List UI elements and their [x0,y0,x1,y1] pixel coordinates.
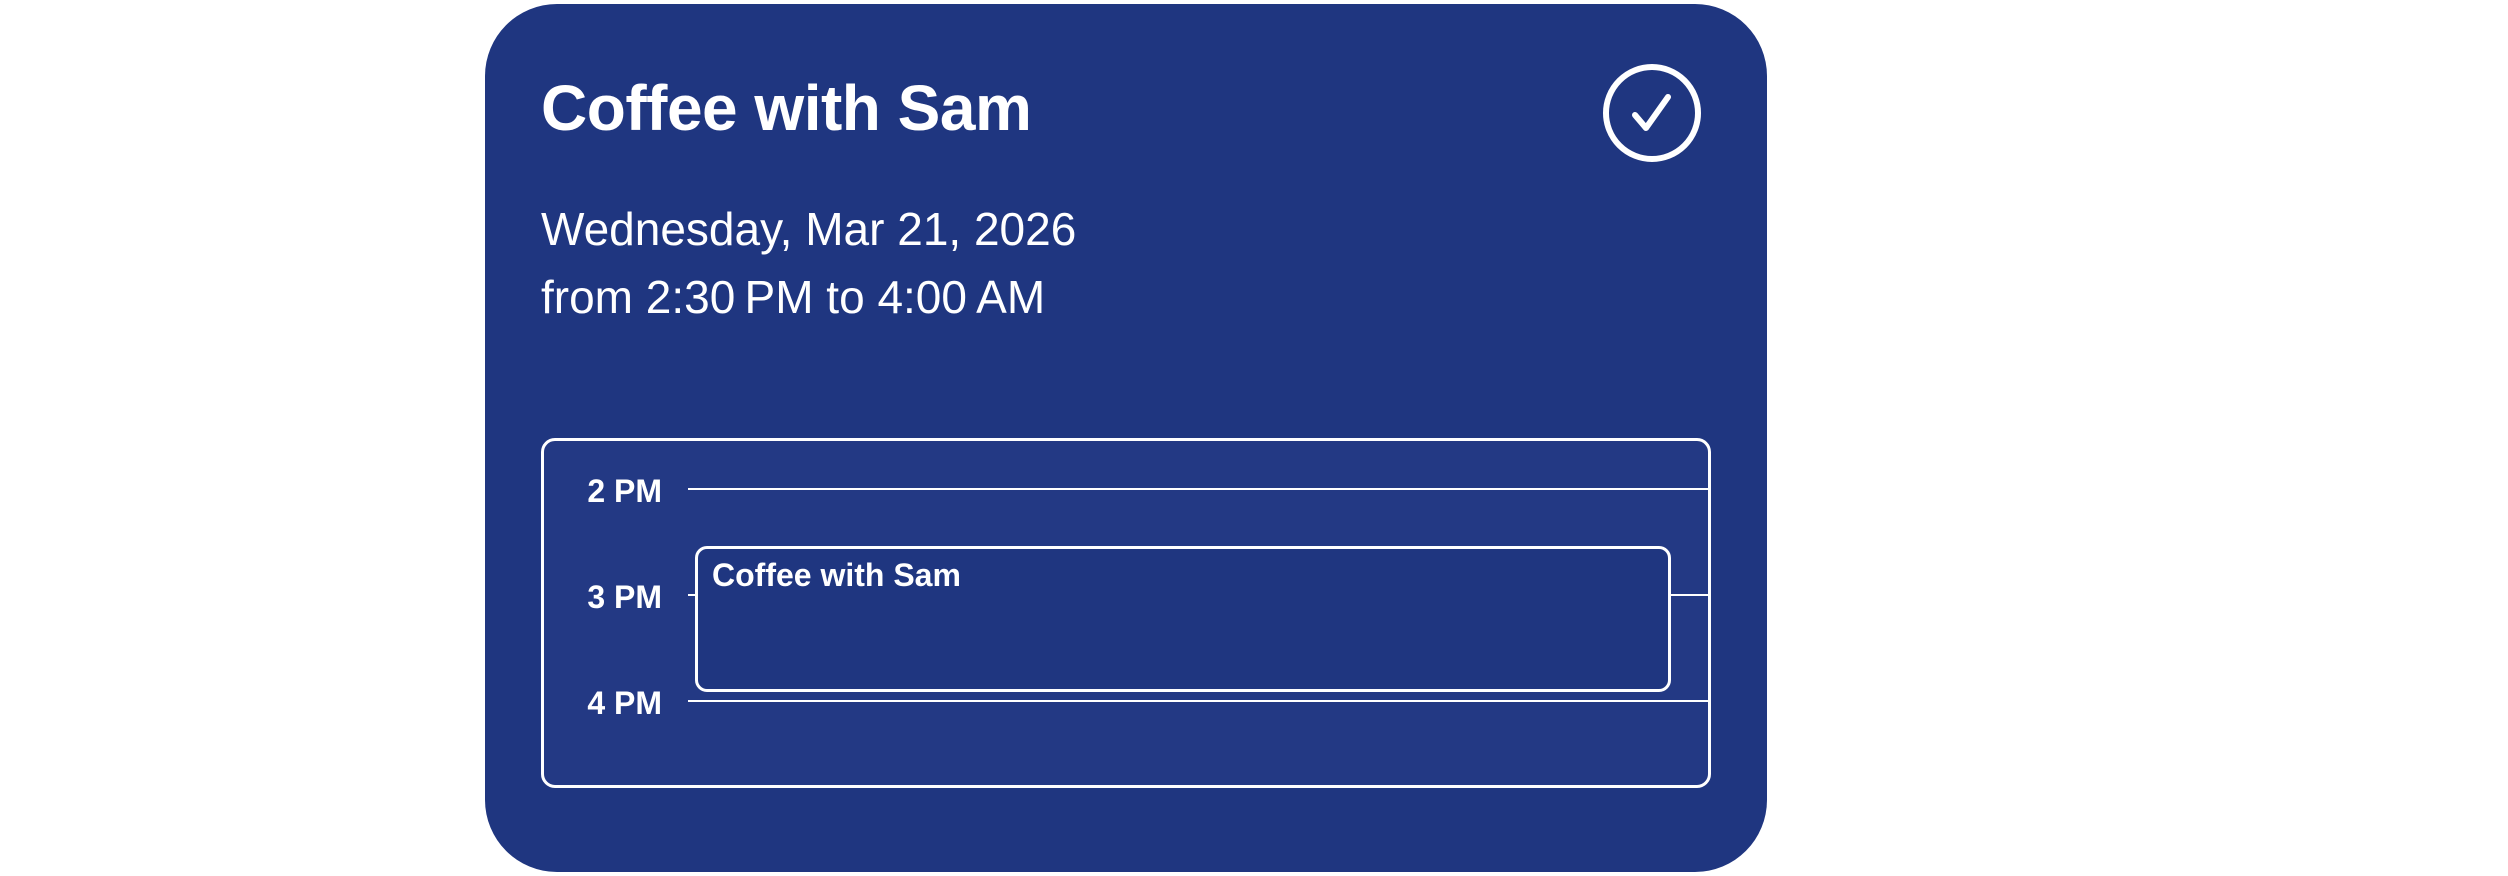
done-button[interactable] [1603,64,1701,162]
timeline-event-label: Coffee with Sam [712,557,961,593]
hour-label-4pm: 4 PM [587,685,662,721]
event-time-range: from 2:30 PM to 4:00 AM [541,271,1046,323]
hour-line-3pm-left [688,594,695,596]
hour-label-2pm: 2 PM [587,473,662,509]
timeline-event-block[interactable]: Coffee with Sam [695,546,1671,692]
hour-label-3pm: 3 PM [587,579,662,615]
event-date: Wednesday, Mar 21, 2026 [541,203,1077,255]
checkmark-icon [1632,94,1671,131]
hour-line-2pm [688,488,1711,490]
day-timeline: 2 PM 3 PM 4 PM Coffee with Sam [541,438,1711,788]
event-title: Coffee with Sam [541,72,1032,144]
event-card: Coffee with Sam Wednesday, Mar 21, 2026 … [485,4,1767,872]
hour-line-4pm [688,700,1711,702]
hour-line-3pm-right [1671,594,1711,596]
